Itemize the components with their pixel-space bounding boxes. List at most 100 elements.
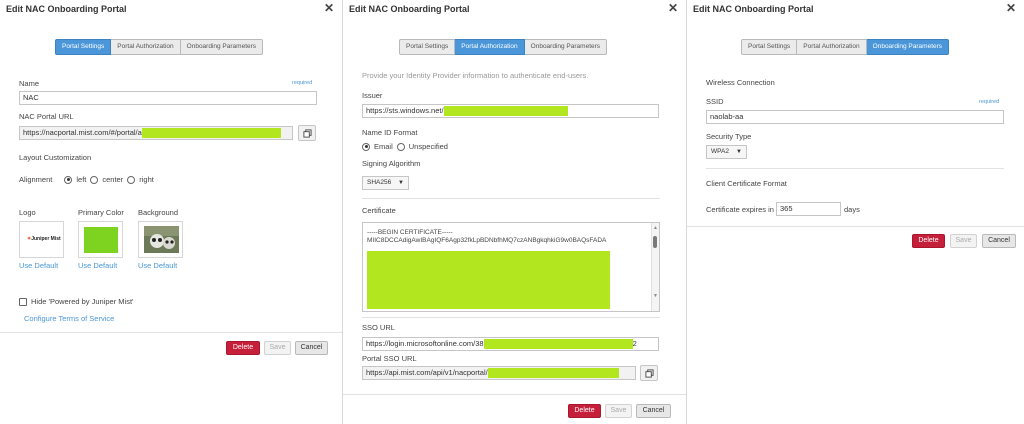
- cancel-button[interactable]: Cancel: [982, 234, 1016, 248]
- logo-preview[interactable]: ✶Juniper Mist: [19, 221, 64, 258]
- signing-algorithm-label: Signing Algorithm: [362, 159, 421, 168]
- nameid-email-radio[interactable]: [362, 142, 370, 151]
- copy-icon: [644, 368, 654, 378]
- dropdown-caret-icon: ▼: [736, 149, 742, 155]
- divider: [706, 168, 1004, 169]
- redaction-block: [443, 106, 568, 117]
- tab-portal-settings[interactable]: Portal Settings: [55, 39, 112, 55]
- divider: [362, 317, 660, 318]
- primary-color-preview[interactable]: [78, 221, 123, 258]
- alignment-center-label: center: [102, 175, 124, 184]
- cert-expires-input[interactable]: 365: [776, 202, 841, 216]
- background-use-default-link[interactable]: Use Default: [138, 261, 177, 270]
- name-id-format-label: Name ID Format: [362, 128, 418, 137]
- delete-button[interactable]: Delete: [226, 341, 260, 355]
- divider: [362, 198, 660, 199]
- hide-powered-checkbox[interactable]: [19, 297, 27, 306]
- hide-powered-label: Hide 'Powered by Juniper Mist': [31, 297, 134, 306]
- tab-onboarding-parameters[interactable]: Onboarding Parameters: [180, 39, 264, 55]
- alignment-center-radio[interactable]: [90, 175, 99, 184]
- configure-terms-link[interactable]: Configure Terms of Service: [24, 314, 114, 323]
- nac-portal-url-field: https://nacportal.mist.com/#/portal/a: [19, 126, 293, 140]
- certificate-scrollbar[interactable]: ▲ ▼: [651, 223, 659, 311]
- background-label: Background: [138, 208, 179, 217]
- ssid-required-badge: required: [979, 99, 1000, 105]
- ssid-input[interactable]: naolab-aa: [706, 110, 1004, 124]
- tab-portal-authorization[interactable]: Portal Authorization: [111, 39, 181, 55]
- dialog-title: Edit NAC Onboarding Portal: [6, 4, 127, 14]
- close-icon[interactable]: ✕: [668, 1, 678, 15]
- sso-url-input[interactable]: https://login.microsoftonline.com/38 2: [362, 337, 659, 351]
- divider: [687, 226, 1024, 227]
- tab-bar: Portal Settings Portal Authorization Onb…: [399, 39, 608, 55]
- divider: [343, 394, 686, 395]
- copy-url-button[interactable]: [298, 125, 316, 141]
- save-button[interactable]: Save: [605, 404, 632, 418]
- tab-portal-authorization[interactable]: Portal Authorization: [797, 39, 867, 55]
- name-id-format-row: Email Unspecified: [362, 142, 448, 151]
- issuer-text: https://sts.windows.net/: [366, 106, 444, 115]
- tab-portal-settings[interactable]: Portal Settings: [399, 39, 456, 55]
- alignment-right-label: right: [139, 175, 154, 184]
- security-type-select[interactable]: WPA2 ▼: [706, 145, 747, 159]
- url-text: https://nacportal.mist.com/#/portal/a: [23, 128, 142, 137]
- dialog-portal-authorization: Edit NAC Onboarding Portal ✕ Portal Sett…: [343, 0, 686, 424]
- divider: [0, 332, 342, 333]
- close-icon[interactable]: ✕: [1006, 1, 1016, 15]
- nameid-email-label: Email: [374, 142, 393, 151]
- tab-bar: Portal Settings Portal Authorization Onb…: [55, 39, 264, 55]
- nameid-unspecified-radio[interactable]: [396, 142, 405, 151]
- name-input[interactable]: NAC: [19, 91, 317, 105]
- scroll-up-icon: ▲: [653, 225, 658, 231]
- cert-expires-unit: days: [844, 205, 860, 214]
- save-button[interactable]: Save: [950, 234, 977, 248]
- signing-algorithm-select[interactable]: SHA256 ▼: [362, 176, 409, 190]
- redaction-block: [487, 368, 619, 379]
- delete-button[interactable]: Delete: [568, 404, 601, 418]
- background-preview[interactable]: [138, 221, 183, 258]
- redaction-block: [367, 251, 610, 309]
- dialog-onboarding-parameters: Edit NAC Onboarding Portal ✕ Portal Sett…: [687, 0, 1024, 424]
- alignment-left-radio[interactable]: [64, 175, 73, 184]
- security-type-label: Security Type: [706, 132, 752, 141]
- layout-customization-heading: Layout Customization: [19, 153, 92, 162]
- sso-url-text: https://login.microsoftonline.com/38: [366, 339, 484, 348]
- logo-use-default-link[interactable]: Use Default: [19, 261, 58, 270]
- primary-color-label: Primary Color: [78, 208, 124, 217]
- delete-button[interactable]: Delete: [912, 234, 945, 248]
- alignment-right-radio[interactable]: [127, 175, 136, 184]
- alignment-row: Alignment left center right: [19, 175, 154, 184]
- tab-portal-settings[interactable]: Portal Settings: [741, 39, 798, 55]
- certificate-label: Certificate: [362, 206, 396, 215]
- tab-portal-authorization[interactable]: Portal Authorization: [455, 39, 525, 55]
- cancel-button[interactable]: Cancel: [636, 404, 671, 418]
- background-image: [144, 226, 179, 253]
- copy-icon: [302, 128, 312, 138]
- close-icon[interactable]: ✕: [324, 1, 334, 15]
- issuer-input[interactable]: https://sts.windows.net/: [362, 104, 659, 118]
- portal-sso-url-text: https://api.mist.com/api/v1/nacportal/: [366, 368, 488, 377]
- logo-image: ✶Juniper Mist: [27, 236, 61, 242]
- cert-body-line: MIIC8DCCAdigAwIBAgIQF6Agp32fkLpBDNbfhMQ7…: [367, 237, 607, 244]
- issuer-label: Issuer: [362, 91, 383, 100]
- name-required-badge: required: [292, 80, 313, 86]
- save-button[interactable]: Save: [264, 341, 291, 355]
- alignment-label: Alignment: [19, 175, 53, 184]
- sso-url-label: SSO URL: [362, 323, 395, 332]
- cert-begin-line: -----BEGIN CERTIFICATE-----: [367, 229, 453, 236]
- portal-sso-url-label: Portal SSO URL: [362, 354, 417, 363]
- scroll-thumb[interactable]: [653, 236, 657, 248]
- cancel-button[interactable]: Cancel: [295, 341, 328, 355]
- copy-portal-sso-button[interactable]: [640, 365, 658, 381]
- certificate-textarea[interactable]: -----BEGIN CERTIFICATE----- MIIC8DCCAdig…: [362, 222, 660, 312]
- color-use-default-link[interactable]: Use Default: [78, 261, 117, 270]
- dialog-title: Edit NAC Onboarding Portal: [349, 4, 470, 14]
- portal-sso-url-field: https://api.mist.com/api/v1/nacportal/: [362, 366, 636, 380]
- logo-label: Logo: [19, 208, 36, 217]
- tab-onboarding-parameters[interactable]: Onboarding Parameters: [524, 39, 608, 55]
- tab-onboarding-parameters[interactable]: Onboarding Parameters: [866, 39, 950, 55]
- redaction-block: [141, 128, 281, 139]
- name-label: Name: [19, 79, 40, 88]
- dropdown-caret-icon: ▼: [398, 180, 404, 186]
- wireless-connection-heading: Wireless Connection: [706, 78, 775, 87]
